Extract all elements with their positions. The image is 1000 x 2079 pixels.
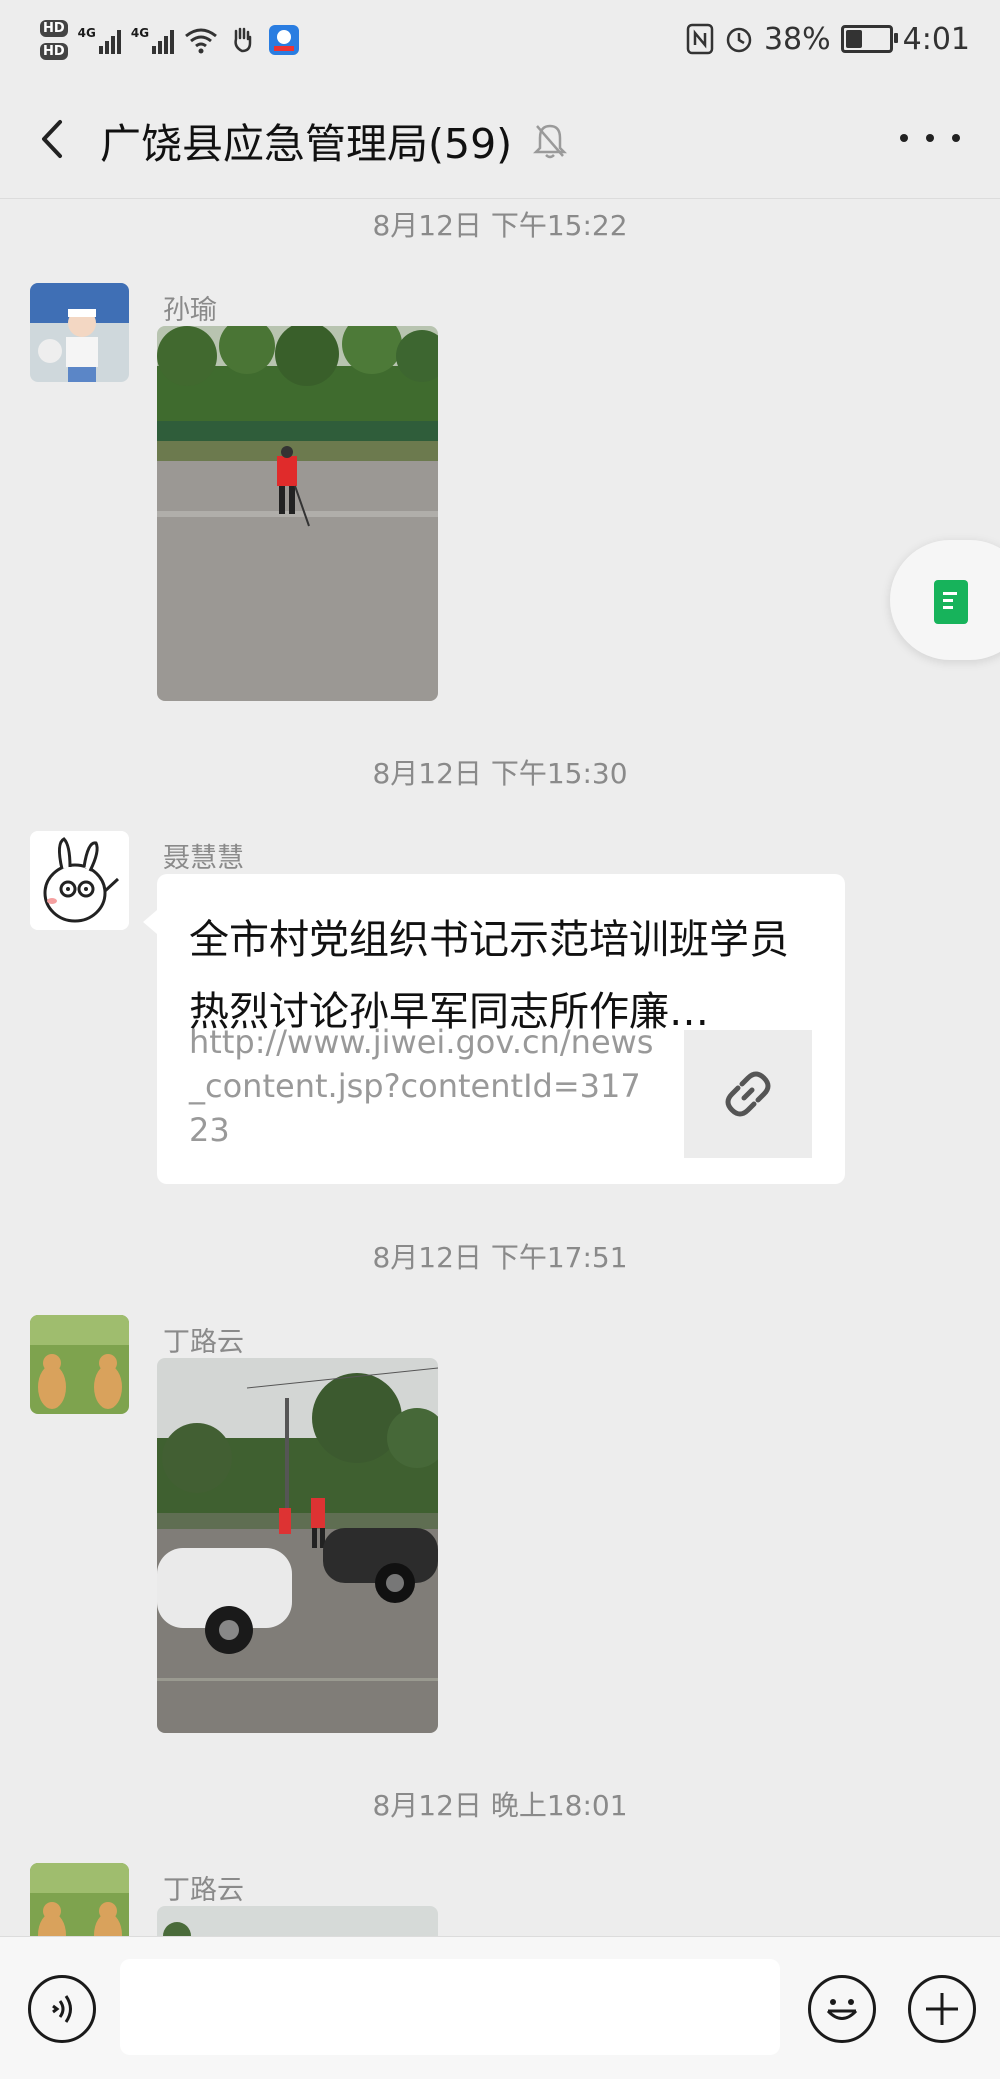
message-timestamp: 8月12日 下午15:30 <box>372 757 628 790</box>
message-timestamp: 8月12日 下午17:51 <box>372 1241 628 1274</box>
dot-icon <box>952 134 960 142</box>
hand-icon <box>234 27 252 53</box>
link-url: http://www.jiwei.gov.cn/news_content.jsp… <box>189 1023 654 1149</box>
signal-icon: 4G <box>131 26 175 54</box>
smile-icon <box>826 1999 858 2020</box>
battery-icon <box>840 25 898 53</box>
more-options-button[interactable] <box>900 118 960 158</box>
sender-name: 孙瑜 <box>163 295 217 326</box>
image-message[interactable] <box>157 326 438 701</box>
message-input[interactable] <box>120 1959 780 2055</box>
signal-icon: 4G <box>78 26 121 54</box>
floating-note-button[interactable] <box>890 540 1000 660</box>
avatar[interactable] <box>30 831 129 930</box>
clock: 4:01 <box>902 21 970 57</box>
hd1-badge: HD <box>40 20 68 37</box>
message-timestamp: 8月12日 晚上18:01 <box>372 1789 628 1822</box>
page-title: 广饶县应急管理局(59) <box>100 120 513 168</box>
status-left: HD HD 4G 4G <box>40 10 300 70</box>
add-button[interactable] <box>908 1975 976 2043</box>
sender-name: 丁路云 <box>163 1875 244 1906</box>
status-bar: HD HD 4G 4G 38% 4:01 <box>0 0 1000 80</box>
emoji-button[interactable] <box>808 1975 876 2043</box>
plus-icon <box>926 1993 958 2025</box>
voice-icon <box>52 1995 72 2023</box>
hd2-badge: HD <box>40 43 68 60</box>
voice-button[interactable] <box>28 1975 96 2043</box>
avatar[interactable] <box>30 1863 129 1936</box>
link-icon <box>725 1071 771 1117</box>
nfc-icon <box>686 23 714 55</box>
link-card[interactable]: 全市村党组织书记示范培训班学员热烈讨论孙早军同志所作廉… http://www.… <box>143 874 845 1184</box>
document-icon <box>934 580 968 624</box>
message-timestamp: 8月12日 下午15:22 <box>372 209 628 242</box>
avatar[interactable] <box>30 1315 129 1414</box>
input-bar <box>0 1936 1000 2079</box>
image-message[interactable] <box>157 1906 438 1936</box>
wifi-icon <box>185 28 218 54</box>
sender-name: 丁路云 <box>163 1327 244 1358</box>
image-message[interactable] <box>157 1358 438 1733</box>
status-right: 38% 4:01 <box>686 14 970 64</box>
alarm-icon <box>726 27 752 53</box>
link-thumbnail <box>684 1030 812 1158</box>
avatar[interactable] <box>30 283 129 382</box>
bell-off-icon <box>533 124 567 159</box>
dot-icon <box>900 134 908 142</box>
battery-percent: 38% <box>763 21 831 57</box>
app-notification-icon <box>269 25 300 55</box>
chat-header: 广饶县应急管理局(59) <box>0 80 1000 199</box>
back-icon[interactable] <box>30 114 80 164</box>
sender-name: 聂慧慧 <box>163 843 244 874</box>
dot-icon <box>926 134 934 142</box>
